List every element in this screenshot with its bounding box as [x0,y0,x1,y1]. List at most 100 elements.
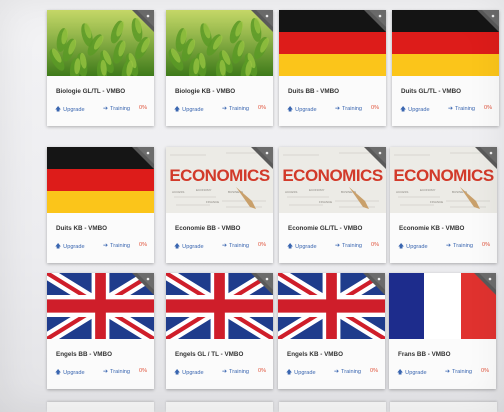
upgrade-link[interactable]: 🡅 Upgrade [287,105,317,115]
progress-percent: 0% [139,242,148,248]
upgrade-arrow-icon: 🡅 [286,370,293,376]
svg-text:ACCESS: ACCESS [172,190,184,194]
course-card[interactable]: Engels GL / TL - VMBO 🡅 Upgrade ➔ Training 0% [166,273,273,389]
course-title: Economie KB - VMBO [399,225,465,232]
upgrade-arrow-icon: 🡅 [55,244,62,250]
course-actions: 🡅 Upgrade ➔ Training 0% [174,368,269,378]
card-peek [390,402,497,412]
course-card[interactable]: Biologie KB - VMBO 🡅 Upgrade ➔ Training 0% [166,10,273,126]
progress-percent: 0% [370,368,379,374]
svg-text:ACCESS: ACCESS [285,190,297,194]
course-card[interactable]: Engels BB - VMBO 🡅 Upgrade ➔ Training 0% [47,273,154,389]
upgrade-link[interactable]: 🡅 Upgrade [398,242,428,252]
upgrade-arrow-icon: 🡅 [174,370,181,376]
training-link[interactable]: ➔ Training [103,368,130,376]
svg-text:ACCESS: ACCESS [396,190,408,194]
training-link[interactable]: ➔ Training [335,105,362,113]
progress-percent: 0% [139,105,148,111]
course-title: Biologie KB - VMBO [175,88,236,95]
training-arrow-icon: ➔ [334,369,340,375]
progress-percent: 0% [258,242,267,248]
training-arrow-icon: ➔ [445,369,451,375]
svg-text:FINANCE: FINANCE [206,200,219,204]
upgrade-arrow-icon: 🡅 [397,370,404,376]
training-arrow-icon: ➔ [335,243,341,249]
progress-percent: 0% [481,368,490,374]
training-link[interactable]: ➔ Training [103,105,130,113]
training-arrow-icon: ➔ [103,369,109,375]
course-card[interactable]: Duits GL/TL - VMBO 🡅 Upgrade ➔ Training 0% [392,10,499,126]
course-actions: 🡅 Upgrade ➔ Training 0% [398,242,493,252]
course-actions: 🡅 Upgrade ➔ Training 0% [287,105,382,115]
training-arrow-icon: ➔ [448,106,454,112]
course-actions: 🡅 Upgrade ➔ Training 0% [400,105,495,115]
corner-ribbon-icon [469,10,499,40]
course-card[interactable]: Biologie GL/TL - VMBO 🡅 Upgrade ➔ Training 0% [47,10,154,126]
training-link[interactable]: ➔ Training [222,368,249,376]
course-actions: 🡅 Upgrade ➔ Training 0% [55,242,150,252]
upgrade-link[interactable]: 🡅 Upgrade [400,105,430,115]
course-actions: 🡅 Upgrade ➔ Training 0% [174,242,269,252]
upgrade-arrow-icon: 🡅 [55,370,62,376]
training-link[interactable]: ➔ Training [446,242,473,250]
training-arrow-icon: ➔ [222,369,228,375]
training-link[interactable]: ➔ Training [222,242,249,250]
upgrade-arrow-icon: 🡅 [55,107,62,113]
course-card[interactable]: ECONOMICS ACCESS ECONOMY BUSINESS FINANCE Eco… [390,147,497,263]
upgrade-link[interactable]: 🡅 Upgrade [287,242,317,252]
corner-ribbon-icon [355,273,385,303]
upgrade-link[interactable]: 🡅 Upgrade [397,368,427,378]
upgrade-link[interactable]: 🡅 Upgrade [174,368,204,378]
upgrade-link[interactable]: 🡅 Upgrade [55,368,85,378]
upgrade-arrow-icon: 🡅 [400,107,407,113]
upgrade-link[interactable]: 🡅 Upgrade [55,242,85,252]
card-peek [47,402,154,412]
upgrade-link[interactable]: 🡅 Upgrade [174,105,204,115]
corner-ribbon-icon [243,273,273,303]
course-card[interactable]: Duits BB - VMBO 🡅 Upgrade ➔ Training 0% [279,10,386,126]
training-arrow-icon: ➔ [103,106,109,112]
training-link[interactable]: ➔ Training [445,368,472,376]
svg-text:FINANCE: FINANCE [319,200,332,204]
training-link[interactable]: ➔ Training [103,242,130,250]
upgrade-arrow-icon: 🡅 [287,107,294,113]
course-title: Engels BB - VMBO [56,351,112,358]
corner-ribbon-icon [124,147,154,177]
course-title: Biologie GL/TL - VMBO [56,88,126,95]
course-title: Engels KB - VMBO [287,351,343,358]
course-title: Duits GL/TL - VMBO [401,88,462,95]
upgrade-arrow-icon: 🡅 [398,244,405,250]
course-actions: 🡅 Upgrade ➔ Training 0% [286,368,381,378]
svg-text:FINANCE: FINANCE [430,200,443,204]
course-card[interactable]: Duits KB - VMBO 🡅 Upgrade ➔ Training 0% [47,147,154,263]
upgrade-arrow-icon: 🡅 [287,244,294,250]
upgrade-link[interactable]: 🡅 Upgrade [55,105,85,115]
course-actions: 🡅 Upgrade ➔ Training 0% [174,105,269,115]
training-arrow-icon: ➔ [222,106,228,112]
course-title: Economie GL/TL - VMBO [288,225,363,232]
progress-percent: 0% [258,105,267,111]
card-peek [166,402,273,412]
course-card[interactable]: ECONOMICS ACCESS ECONOMY BUSINESS FINANCE Eco… [166,147,273,263]
corner-ribbon-icon [467,147,497,177]
course-actions: 🡅 Upgrade ➔ Training 0% [55,368,150,378]
course-card[interactable]: Frans BB - VMBO 🡅 Upgrade ➔ Training 0% [389,273,496,389]
training-arrow-icon: ➔ [335,106,341,112]
course-title: Engels GL / TL - VMBO [175,351,244,358]
progress-percent: 0% [258,368,267,374]
course-card[interactable]: Engels KB - VMBO 🡅 Upgrade ➔ Training 0% [278,273,385,389]
course-card[interactable]: ECONOMICS ACCESS ECONOMY BUSINESS FINANCE Eco… [279,147,386,263]
upgrade-link[interactable]: 🡅 Upgrade [286,368,316,378]
progress-percent: 0% [371,242,380,248]
upgrade-link[interactable]: 🡅 Upgrade [174,242,204,252]
training-link[interactable]: ➔ Training [448,105,475,113]
upgrade-arrow-icon: 🡅 [174,107,181,113]
training-link[interactable]: ➔ Training [334,368,361,376]
training-arrow-icon: ➔ [222,243,228,249]
training-arrow-icon: ➔ [446,243,452,249]
training-link[interactable]: ➔ Training [335,242,362,250]
corner-ribbon-icon [356,147,386,177]
training-link[interactable]: ➔ Training [222,105,249,113]
corner-ribbon-icon [243,147,273,177]
card-peek [279,402,386,412]
